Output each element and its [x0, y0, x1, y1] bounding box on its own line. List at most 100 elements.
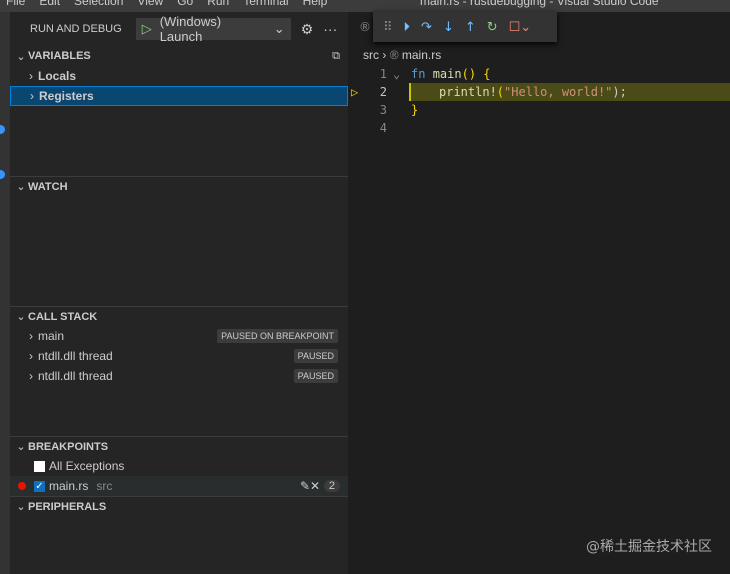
debug-toolbar: ⠿ ⏵ ↷ ↓ ↑ ↻ ☐⌄: [373, 12, 557, 42]
launch-config-label: (Windows) Launch: [159, 14, 222, 44]
chevron-down-icon: ⌄: [16, 441, 26, 453]
rust-file-icon: ®: [359, 20, 371, 34]
chevron-right-icon: ›: [29, 329, 33, 343]
checkbox-unchecked[interactable]: [34, 460, 45, 472]
code-token: }: [411, 103, 419, 117]
chevron-right-icon: ›: [382, 48, 390, 62]
thread-name: main: [38, 329, 65, 343]
line-badge: 2: [323, 480, 340, 492]
editor[interactable]: ® ⠿ ⏵ ↷ ↓ ↑ ↻ ☐⌄ src › ® main.rs 1 ⌄ fn …: [349, 12, 730, 574]
variable-scope-registers[interactable]: › Registers: [10, 86, 348, 106]
chevron-down-icon: ⌄: [16, 501, 26, 513]
menu-help[interactable]: Help: [303, 0, 328, 8]
window-title: main.rs - rustdebugging - Visual Studio …: [420, 0, 659, 8]
chevron-right-icon: ›: [29, 349, 33, 363]
gear-icon[interactable]: ⚙: [301, 21, 314, 38]
code-token: fn: [411, 67, 426, 81]
menu-file[interactable]: File: [6, 0, 25, 8]
call-stack-item[interactable]: › ntdll.dll thread PAUSED: [10, 346, 348, 366]
code-line-current: ▷ 2 println!("Hello, world!");: [349, 83, 730, 101]
breakpoint-file: main.rs: [49, 479, 89, 493]
sidebar-title: RUN AND DEBUG: [30, 23, 122, 35]
menu-terminal[interactable]: Terminal: [243, 0, 288, 8]
section-title: VARIABLES: [28, 50, 91, 62]
status-badge: PAUSED ON BREAKPOINT: [217, 329, 338, 343]
scope-label: Locals: [38, 69, 77, 83]
menu-go[interactable]: Go: [177, 0, 193, 8]
scope-label: Registers: [39, 89, 94, 103]
section-call-stack[interactable]: ⌄ CALL STACK: [10, 306, 348, 326]
status-badge: PAUSED: [293, 369, 338, 383]
code-token: () {: [461, 67, 491, 81]
code-token: );: [612, 85, 627, 99]
chevron-right-icon: ›: [30, 89, 34, 103]
breakpoint-label: All Exceptions: [49, 459, 125, 473]
restart-icon[interactable]: ↻: [487, 20, 498, 35]
menu-bar: File Edit Selection View Go Run Terminal…: [6, 0, 327, 8]
menu-run[interactable]: Run: [207, 0, 229, 8]
code-token: "Hello, world!": [504, 85, 613, 99]
drag-handle-icon[interactable]: ⠿: [383, 20, 393, 35]
breakpoint-item[interactable]: ✓ main.rs src ✎ ✕ 2: [10, 476, 348, 496]
breadcrumb-folder[interactable]: src: [363, 48, 379, 62]
stop-icon[interactable]: ☐⌄: [509, 20, 532, 35]
launch-config-select[interactable]: ▷ (Windows) Launch ⌄: [135, 14, 291, 44]
continue-icon[interactable]: ⏵: [404, 20, 411, 35]
rust-file-icon: ®: [389, 48, 399, 62]
call-stack-item[interactable]: › ntdll.dll thread PAUSED: [10, 366, 348, 386]
code-line: 3 }: [349, 101, 730, 119]
line-number: 1: [379, 67, 387, 81]
title-bar: File Edit Selection View Go Run Terminal…: [0, 0, 730, 12]
line-number: 3: [379, 103, 387, 117]
section-watch[interactable]: ⌄ WATCH: [10, 176, 348, 196]
menu-selection[interactable]: Selection: [74, 0, 123, 8]
checkbox-checked[interactable]: ✓: [34, 480, 45, 492]
breadcrumb: src › ® main.rs: [363, 48, 441, 62]
chevron-down-icon: ⌄: [16, 50, 26, 63]
variable-scope-locals[interactable]: › Locals: [10, 66, 348, 86]
chevron-down-icon: ⌄: [273, 21, 285, 36]
section-title: CALL STACK: [28, 310, 98, 323]
breadcrumb-file[interactable]: main.rs: [402, 48, 441, 62]
step-over-icon[interactable]: ↷: [421, 20, 432, 35]
section-title: WATCH: [28, 180, 68, 193]
thread-name: ntdll.dll thread: [38, 349, 113, 363]
watermark: @稀土掘金技术社区: [586, 539, 712, 555]
breakpoint-dot-icon: [18, 482, 26, 490]
section-title: BREAKPOINTS: [28, 440, 109, 453]
fold-chevron-icon[interactable]: ⌄: [393, 67, 400, 81]
code-token: main: [432, 67, 462, 81]
chevron-down-icon: ⌄: [16, 311, 26, 323]
call-stack-item[interactable]: › main PAUSED ON BREAKPOINT: [10, 326, 348, 346]
more-icon[interactable]: ···: [323, 21, 337, 37]
breakpoint-paused-icon[interactable]: ▷: [351, 85, 358, 99]
step-out-icon[interactable]: ↑: [465, 20, 476, 35]
activity-badge[interactable]: [0, 125, 5, 134]
activity-badge[interactable]: [0, 170, 5, 179]
code-line: 1 ⌄ fn main() {: [349, 65, 730, 83]
activity-bar: [0, 12, 10, 574]
chevron-right-icon: ›: [29, 69, 33, 83]
start-debug-icon[interactable]: ▷: [142, 21, 152, 37]
line-number: 4: [379, 121, 387, 135]
section-variables[interactable]: ⌄ VARIABLES ⧉: [10, 46, 348, 66]
code-token: (: [496, 85, 505, 99]
menu-edit[interactable]: Edit: [39, 0, 60, 8]
step-into-icon[interactable]: ↓: [443, 20, 454, 35]
breakpoint-all-exceptions[interactable]: All Exceptions: [10, 456, 348, 476]
chevron-down-icon: ⌄: [16, 181, 26, 193]
section-peripherals[interactable]: ⌄ PERIPHERALS: [10, 496, 348, 516]
section-title: PERIPHERALS: [28, 500, 107, 513]
run-debug-sidebar: RUN AND DEBUG ▷ (Windows) Launch ⌄ ⚙ ···…: [10, 12, 348, 574]
status-badge: PAUSED: [293, 349, 338, 363]
code-line: 4: [349, 119, 730, 137]
chevron-right-icon: ›: [29, 369, 33, 383]
edit-icon[interactable]: ✎: [300, 479, 310, 493]
section-breakpoints[interactable]: ⌄ BREAKPOINTS: [10, 436, 348, 456]
code-token: println!: [439, 85, 497, 99]
thread-name: ntdll.dll thread: [38, 369, 113, 383]
close-icon[interactable]: ✕: [310, 479, 320, 493]
menu-view[interactable]: View: [137, 0, 163, 8]
breakpoint-folder: src: [96, 479, 113, 493]
collapse-all-icon[interactable]: ⧉: [332, 50, 340, 63]
